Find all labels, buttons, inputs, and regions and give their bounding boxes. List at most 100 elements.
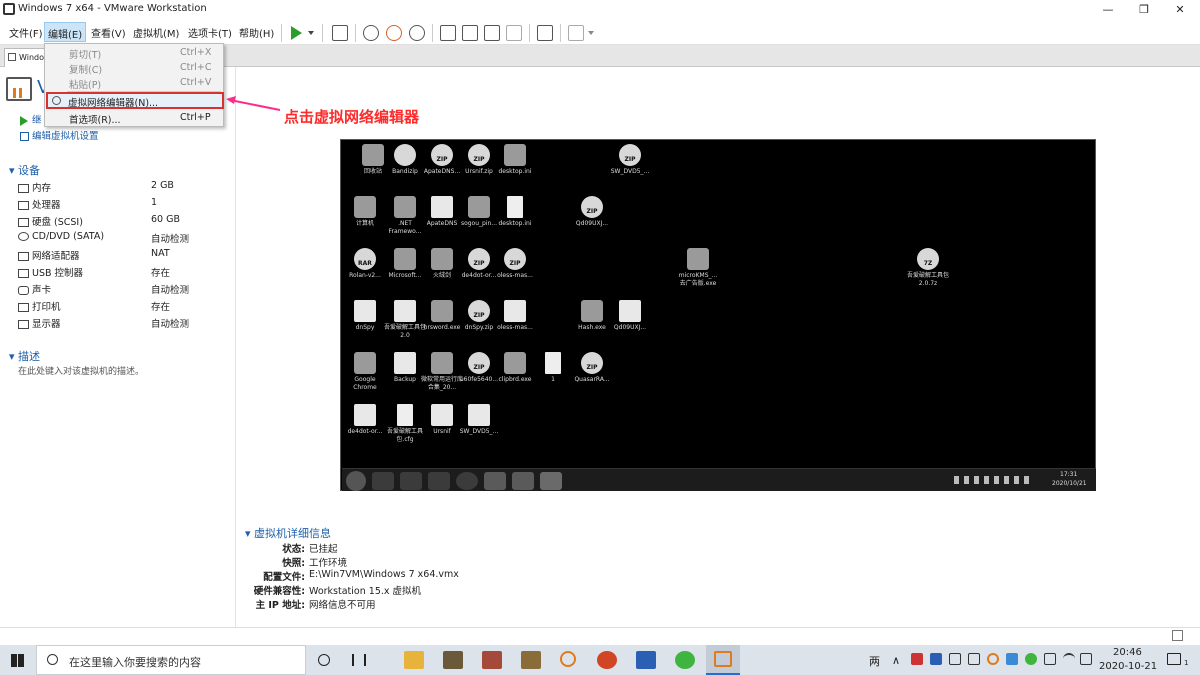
guest-app-icon[interactable] — [484, 472, 506, 490]
desktop-icon[interactable]: desktop.ini — [493, 196, 537, 228]
library-app-icon[interactable] — [443, 651, 463, 669]
word-icon[interactable] — [636, 651, 656, 669]
message-log-icon[interactable] — [1172, 630, 1183, 641]
desktop-icon[interactable]: ZIP SW_DVD5_... — [608, 144, 652, 176]
wechat-icon[interactable] — [675, 651, 695, 669]
windows-start-icon[interactable] — [11, 654, 24, 667]
console-icon[interactable] — [537, 25, 553, 41]
desktop-icon[interactable]: SW_DVD5_... — [457, 404, 501, 436]
close-button[interactable]: ✕ — [1162, 0, 1198, 20]
desktop-icon[interactable]: dnSpy — [343, 300, 387, 332]
tray-wechat-icon[interactable] — [1025, 653, 1037, 665]
desktop-icon[interactable]: Google Chrome — [343, 352, 387, 392]
clock-time[interactable]: 20:46 — [1113, 647, 1142, 658]
tray-monitor-icon[interactable] — [1044, 653, 1056, 665]
vmware-taskbar-button[interactable] — [706, 645, 740, 675]
desktop-icon[interactable]: RAR Rolan-v2... — [343, 248, 387, 280]
annotation-text: 点击虚拟网络编辑器 — [284, 108, 420, 126]
chevron-down-icon[interactable] — [588, 31, 594, 35]
desktop-icon[interactable]: desktop.ini — [493, 144, 537, 176]
desktop-icon[interactable]: 1 — [531, 352, 575, 384]
desktop-icon-label: dnSpy — [355, 324, 375, 331]
desktop-icon[interactable]: Qd09UXJ... — [608, 300, 652, 332]
menu-view[interactable]: 查看(V) — [91, 25, 126, 40]
menu-file[interactable]: 文件(F) — [9, 25, 43, 40]
device-cpu[interactable]: 处理器 — [18, 197, 61, 211]
minimize-button[interactable]: — — [1090, 0, 1126, 20]
devices-header[interactable]: ▾ 设备 — [9, 162, 40, 178]
menu-item-paste[interactable]: 粘贴(P) Ctrl+V — [45, 75, 223, 91]
desktop-icon[interactable]: microKMS_...去广告版.exe — [676, 248, 720, 288]
maximize-button[interactable]: ❐ — [1126, 0, 1162, 20]
device-disk[interactable]: 硬盘 (SCSI) — [18, 214, 83, 228]
snapshot-manager-icon[interactable] — [409, 25, 425, 41]
menu-item-copy[interactable]: 复制(C) Ctrl+C — [45, 60, 223, 76]
guest-explorer-icon[interactable] — [400, 472, 422, 490]
guest-ie-icon[interactable] — [372, 472, 394, 490]
tray-send-icon[interactable] — [949, 653, 961, 665]
tray-word-icon[interactable] — [930, 653, 942, 665]
thumbnail-bar-icon[interactable] — [462, 25, 478, 41]
desktop-icon[interactable]: 计算机 — [343, 196, 387, 228]
revert-snapshot-icon[interactable] — [386, 25, 402, 41]
device-cdrom[interactable]: CD/DVD (SATA) — [18, 231, 104, 242]
volume-icon[interactable] — [1080, 653, 1092, 665]
tab-vm[interactable]: Windo — [4, 48, 48, 67]
device-sound[interactable]: 声卡 — [18, 282, 51, 296]
menu-item-virtual-network-editor[interactable]: 虚拟网络编辑器(N)... — [46, 92, 224, 109]
tray-link-icon[interactable] — [968, 653, 980, 665]
unity-icon[interactable] — [506, 25, 522, 41]
device-display[interactable]: 显示器 — [18, 316, 61, 330]
menu-tabs[interactable]: 选项卡(T) — [188, 25, 232, 40]
menu-vm[interactable]: 虚拟机(M) — [133, 25, 179, 40]
guest-de-icon[interactable] — [540, 472, 562, 490]
desktop-icon[interactable]: oless-mas... — [493, 300, 537, 332]
description-header[interactable]: ▾ 描述 — [9, 348, 40, 364]
snapshot-icon[interactable] — [363, 25, 379, 41]
powerpoint-icon[interactable] — [597, 651, 617, 669]
guest-chrome-icon[interactable] — [456, 472, 478, 490]
chevron-down-icon[interactable] — [308, 31, 314, 35]
desktop-icon[interactable]: ZIP oless-mas... — [493, 248, 537, 280]
clock-date[interactable]: 2020-10-21 — [1099, 661, 1157, 672]
cortana-icon[interactable] — [318, 654, 330, 666]
notification-center-icon[interactable] — [1167, 653, 1181, 665]
menu-item-preferences[interactable]: 首选项(R)... Ctrl+P — [45, 110, 223, 126]
guest-tool-icon[interactable] — [512, 472, 534, 490]
guest-start-icon[interactable] — [346, 471, 366, 491]
tray-chevron-up-icon[interactable]: ∧ — [892, 654, 900, 667]
stretch-icon[interactable] — [568, 25, 584, 41]
task-view-icon[interactable] — [352, 654, 366, 666]
menu-item-cut[interactable]: 剪切(T) Ctrl+X — [45, 45, 223, 61]
ime-indicator[interactable]: 两 — [869, 653, 880, 669]
wifi-icon[interactable] — [1063, 653, 1075, 665]
show-library-icon[interactable] — [440, 25, 456, 41]
device-network[interactable]: 网络适配器 — [18, 248, 80, 262]
fullscreen-icon[interactable] — [484, 25, 500, 41]
guest-media-icon[interactable] — [428, 472, 450, 490]
edit-vm-settings-link[interactable]: 编辑虚拟机设置 — [20, 128, 99, 142]
desktop-icon[interactable]: de4dot-or... — [343, 404, 387, 436]
tray-shield-icon[interactable] — [1006, 653, 1018, 665]
game-app-icon[interactable] — [521, 651, 541, 669]
desktop-icon[interactable]: 7Z 吾爱破解工具包2.0.7z — [906, 248, 950, 288]
start-vm-link[interactable]: 继 — [20, 112, 42, 126]
search-box[interactable]: 在这里输入你要搜索的内容 — [36, 645, 306, 675]
device-usb[interactable]: USB 控制器 — [18, 265, 83, 279]
send-keys-icon[interactable] — [332, 25, 348, 41]
tray-search-icon[interactable] — [987, 653, 999, 665]
vm-screen-preview[interactable]: 回收站 Bandizip ZIP ApateDNS... ZIP Ursnif.zip de… — [340, 139, 1096, 491]
desktop-icon[interactable]: ZIP Qd09UXJ... — [570, 196, 614, 228]
search-app-icon[interactable] — [560, 651, 576, 667]
description-text[interactable]: 在此处键入对该虚拟机的描述。 — [18, 364, 144, 377]
device-printer[interactable]: 打印机 — [18, 299, 61, 313]
power-on-icon[interactable] — [291, 26, 302, 40]
menu-help[interactable]: 帮助(H) — [239, 25, 274, 40]
music-app-icon[interactable] — [482, 651, 502, 669]
file-explorer-icon[interactable] — [404, 651, 424, 669]
tray-alert-icon[interactable] — [911, 653, 923, 665]
desktop-icon[interactable]: ZIP QuasarRA... — [570, 352, 614, 384]
menu-edit[interactable]: 编辑(E) — [44, 22, 87, 42]
device-memory[interactable]: 内存 — [18, 180, 51, 194]
vm-details-header[interactable]: ▾ 虚拟机详细信息 — [245, 525, 331, 541]
